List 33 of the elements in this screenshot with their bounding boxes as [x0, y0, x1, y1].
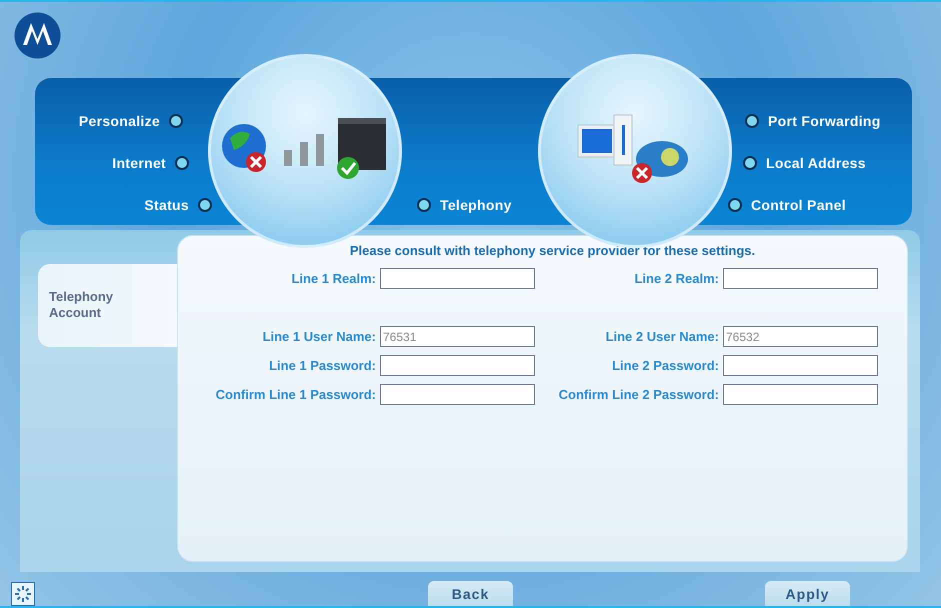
server-icon: [337, 118, 386, 179]
nav-link[interactable]: Internet: [112, 142, 189, 184]
input-field[interactable]: [380, 268, 535, 289]
field-label: Confirm Line 2 Password:: [558, 387, 719, 402]
nav-link[interactable]: Status: [144, 184, 212, 226]
field-label: Confirm Line 1 Password:: [214, 387, 376, 402]
footer-button[interactable]: Apply: [765, 581, 850, 606]
side-tab[interactable]: Telephony Account: [38, 264, 177, 347]
input-field[interactable]: 76532: [723, 326, 878, 347]
signal-bars-icon: [284, 134, 324, 166]
nav-link[interactable]: Telephony: [417, 184, 512, 226]
field-label: Line 2 Password:: [611, 358, 719, 373]
computer-icon: [578, 114, 632, 166]
field-label: Line 2 Realm:: [633, 271, 719, 286]
loading-icon[interactable]: [11, 582, 35, 606]
field-label: Line 2 User Name:: [604, 329, 719, 344]
logo-icon: [14, 12, 61, 59]
input-field[interactable]: [723, 384, 878, 405]
nav-link[interactable]: Control Panel: [728, 184, 846, 226]
phone-icon: [632, 141, 688, 183]
input-field[interactable]: [723, 268, 878, 289]
input-field[interactable]: [380, 355, 535, 376]
nav-link[interactable]: Local Address: [743, 142, 866, 184]
input-field[interactable]: [723, 355, 878, 376]
field-label: Line 1 Password:: [268, 358, 376, 373]
nav-link[interactable]: Personalize: [78, 100, 183, 142]
field-label: Line 1 User Name:: [262, 329, 376, 344]
nav-link[interactable]: Port Forwarding: [745, 100, 881, 142]
globe-icon: [222, 124, 266, 172]
input-field[interactable]: 76531: [380, 326, 535, 347]
input-field[interactable]: [380, 384, 535, 405]
field-label: Line 1 Realm:: [290, 271, 376, 286]
footer-button[interactable]: Back: [428, 581, 513, 606]
